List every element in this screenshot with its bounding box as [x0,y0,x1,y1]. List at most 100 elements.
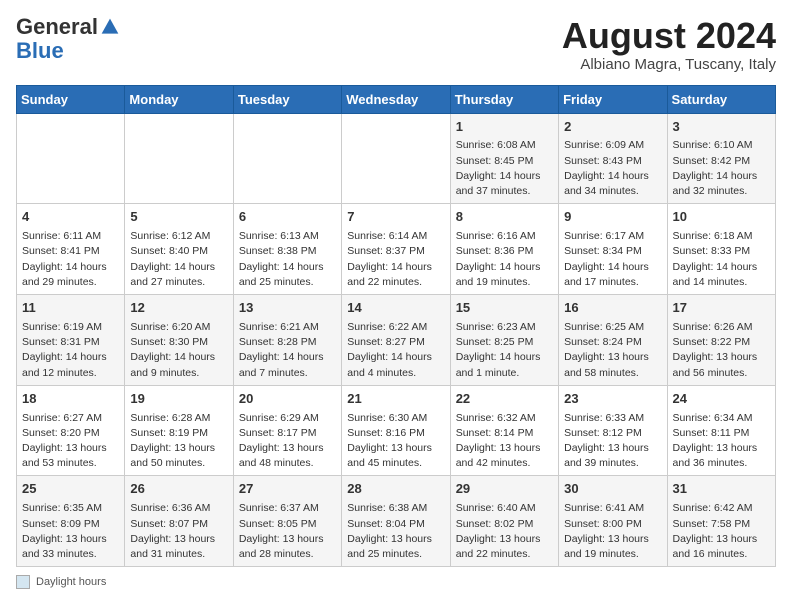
calendar-week: 25 Sunrise: 6:35 AM Sunset: 8:09 PM Dayli… [17,476,776,567]
day-info: Sunrise: 6:13 AM Sunset: 8:38 PM Dayligh… [239,229,336,290]
day-info: Sunrise: 6:22 AM Sunset: 8:27 PM Dayligh… [347,320,444,381]
logo-icon [100,17,120,37]
calendar-cell: 3Sunrise: 6:10 AM Sunset: 8:42 PM Daylig… [667,113,775,204]
calendar-cell: 21 Sunrise: 6:30 AM Sunset: 8:16 PM Dayli… [342,385,450,476]
day-number: 22 [456,390,553,409]
calendar-cell: 27Sunrise: 6:37 AM Sunset: 8:05 PM Dayli… [233,476,341,567]
header: General Blue August 2024 Albiano Magra, … [16,16,776,73]
day-number: 21 [347,390,444,409]
day-info: Sunrise: 6:41 AM Sunset: 8:00 PM Dayligh… [564,501,661,562]
day-info: Sunrise: 6:30 AM Sunset: 8:16 PM Dayligh… [347,411,444,472]
day-info: Sunrise: 6:08 AM Sunset: 8:45 PM Dayligh… [456,138,553,199]
calendar-cell [17,113,125,204]
day-info: Sunrise: 6:42 AM Sunset: 7:58 PM Dayligh… [673,501,770,562]
day-number: 16 [564,299,661,318]
day-info: Sunrise: 6:38 AM Sunset: 8:04 PM Dayligh… [347,501,444,562]
day-info: Sunrise: 6:36 AM Sunset: 8:07 PM Dayligh… [130,501,227,562]
day-number: 20 [239,390,336,409]
calendar-cell: 17Sunrise: 6:26 AM Sunset: 8:22 PM Dayli… [667,295,775,386]
day-info: Sunrise: 6:23 AM Sunset: 8:25 PM Dayligh… [456,320,553,381]
day-number: 5 [130,208,227,227]
calendar-cell: 11 Sunrise: 6:19 AM Sunset: 8:31 PM Dayli… [17,295,125,386]
calendar: SundayMondayTuesdayWednesdayThursdayFrid… [16,85,776,568]
day-number: 24 [673,390,770,409]
day-number: 9 [564,208,661,227]
day-number: 13 [239,299,336,318]
day-number: 26 [130,480,227,499]
weekday-header: Thursday [450,85,558,113]
day-info: Sunrise: 6:14 AM Sunset: 8:37 PM Dayligh… [347,229,444,290]
day-number: 25 [22,480,119,499]
day-number: 3 [673,118,770,137]
day-number: 31 [673,480,770,499]
day-info: Sunrise: 6:16 AM Sunset: 8:36 PM Dayligh… [456,229,553,290]
day-info: Sunrise: 6:21 AM Sunset: 8:28 PM Dayligh… [239,320,336,381]
calendar-cell: 5 Sunrise: 6:12 AM Sunset: 8:40 PM Daylig… [125,204,233,295]
calendar-cell: 8 Sunrise: 6:16 AM Sunset: 8:36 PM Daylig… [450,204,558,295]
daylight-label: Daylight hours [36,576,106,588]
day-info: Sunrise: 6:19 AM Sunset: 8:31 PM Dayligh… [22,320,119,381]
calendar-week: 4 Sunrise: 6:11 AM Sunset: 8:41 PM Daylig… [17,204,776,295]
calendar-week: 1Sunrise: 6:08 AM Sunset: 8:45 PM Daylig… [17,113,776,204]
day-info: Sunrise: 6:09 AM Sunset: 8:43 PM Dayligh… [564,138,661,199]
calendar-week: 11 Sunrise: 6:19 AM Sunset: 8:31 PM Dayli… [17,295,776,386]
calendar-cell: 7 Sunrise: 6:14 AM Sunset: 8:37 PM Daylig… [342,204,450,295]
calendar-cell: 28Sunrise: 6:38 AM Sunset: 8:04 PM Dayli… [342,476,450,567]
weekday-header: Monday [125,85,233,113]
calendar-cell: 20 Sunrise: 6:29 AM Sunset: 8:17 PM Dayli… [233,385,341,476]
calendar-cell: 10Sunrise: 6:18 AM Sunset: 8:33 PM Dayli… [667,204,775,295]
calendar-cell: 18Sunrise: 6:27 AM Sunset: 8:20 PM Dayli… [17,385,125,476]
day-info: Sunrise: 6:27 AM Sunset: 8:20 PM Dayligh… [22,411,119,472]
calendar-cell [125,113,233,204]
calendar-header: SundayMondayTuesdayWednesdayThursdayFrid… [17,85,776,113]
day-info: Sunrise: 6:37 AM Sunset: 8:05 PM Dayligh… [239,501,336,562]
day-number: 12 [130,299,227,318]
day-number: 29 [456,480,553,499]
logo-blue: Blue [16,38,64,63]
title-area: August 2024 Albiano Magra, Tuscany, Ital… [562,16,776,73]
day-number: 1 [456,118,553,137]
calendar-cell: 29Sunrise: 6:40 AM Sunset: 8:02 PM Dayli… [450,476,558,567]
calendar-cell: 12Sunrise: 6:20 AM Sunset: 8:30 PM Dayli… [125,295,233,386]
logo-general: General [16,16,98,38]
calendar-cell: 13 Sunrise: 6:21 AM Sunset: 8:28 PM Dayli… [233,295,341,386]
day-info: Sunrise: 6:35 AM Sunset: 8:09 PM Dayligh… [22,501,119,562]
day-number: 14 [347,299,444,318]
day-number: 2 [564,118,661,137]
calendar-cell: 19Sunrise: 6:28 AM Sunset: 8:19 PM Dayli… [125,385,233,476]
day-info: Sunrise: 6:32 AM Sunset: 8:14 PM Dayligh… [456,411,553,472]
day-number: 8 [456,208,553,227]
day-number: 11 [22,299,119,318]
day-number: 6 [239,208,336,227]
calendar-cell: 14 Sunrise: 6:22 AM Sunset: 8:27 PM Dayli… [342,295,450,386]
calendar-cell: 25 Sunrise: 6:35 AM Sunset: 8:09 PM Dayli… [17,476,125,567]
weekday-header: Wednesday [342,85,450,113]
calendar-cell: 31 Sunrise: 6:42 AM Sunset: 7:58 PM Dayli… [667,476,775,567]
day-number: 15 [456,299,553,318]
day-info: Sunrise: 6:12 AM Sunset: 8:40 PM Dayligh… [130,229,227,290]
calendar-week: 18Sunrise: 6:27 AM Sunset: 8:20 PM Dayli… [17,385,776,476]
logo: General Blue [16,16,120,64]
day-info: Sunrise: 6:33 AM Sunset: 8:12 PM Dayligh… [564,411,661,472]
day-number: 17 [673,299,770,318]
calendar-cell: 4 Sunrise: 6:11 AM Sunset: 8:41 PM Daylig… [17,204,125,295]
calendar-cell: 24Sunrise: 6:34 AM Sunset: 8:11 PM Dayli… [667,385,775,476]
calendar-cell: 16 Sunrise: 6:25 AM Sunset: 8:24 PM Dayli… [559,295,667,386]
weekday-header: Tuesday [233,85,341,113]
footer-note: Daylight hours [16,575,776,589]
weekday-header: Friday [559,85,667,113]
day-info: Sunrise: 6:25 AM Sunset: 8:24 PM Dayligh… [564,320,661,381]
calendar-cell: 1Sunrise: 6:08 AM Sunset: 8:45 PM Daylig… [450,113,558,204]
day-info: Sunrise: 6:29 AM Sunset: 8:17 PM Dayligh… [239,411,336,472]
calendar-cell: 9Sunrise: 6:17 AM Sunset: 8:34 PM Daylig… [559,204,667,295]
weekday-row: SundayMondayTuesdayWednesdayThursdayFrid… [17,85,776,113]
calendar-cell [342,113,450,204]
calendar-cell: 15 Sunrise: 6:23 AM Sunset: 8:25 PM Dayli… [450,295,558,386]
daylight-box [16,575,30,589]
day-number: 4 [22,208,119,227]
calendar-cell: 2Sunrise: 6:09 AM Sunset: 8:43 PM Daylig… [559,113,667,204]
day-info: Sunrise: 6:10 AM Sunset: 8:42 PM Dayligh… [673,138,770,199]
day-info: Sunrise: 6:11 AM Sunset: 8:41 PM Dayligh… [22,229,119,290]
day-number: 10 [673,208,770,227]
day-number: 7 [347,208,444,227]
